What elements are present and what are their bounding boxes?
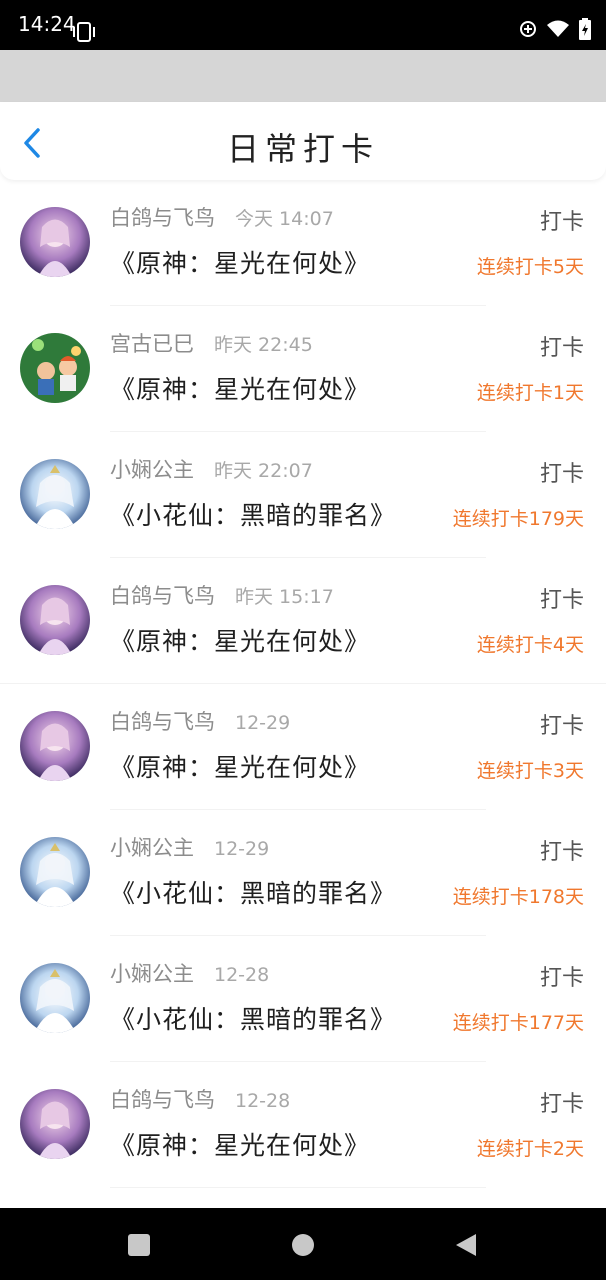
user-name[interactable]: 小娴公主 12-28 xyxy=(110,958,269,988)
status-bar: 14:24 xyxy=(0,0,606,50)
checkin-label: 打卡 xyxy=(539,714,584,739)
list-item[interactable]: 白鸽与飞鸟 昨天 15:17 《原神：星光在何处》 打卡连续打卡4天 xyxy=(0,558,606,684)
avatar[interactable] xyxy=(20,207,90,277)
recents-square-icon[interactable] xyxy=(128,1234,150,1256)
list-item[interactable]: 白鸽与飞鸟 12-28 《原神：星光在何处》 打卡连续打卡2天 xyxy=(0,1062,606,1188)
streak-count: 连续打卡2天 xyxy=(476,1138,584,1160)
battery-icon xyxy=(579,18,591,40)
back-triangle-icon[interactable] xyxy=(454,1232,478,1258)
status-time: 14:24 xyxy=(18,12,76,36)
book-title[interactable]: 《小花仙：黑暗的罪名》 xyxy=(110,874,396,910)
avatar[interactable] xyxy=(20,459,90,529)
book-title[interactable]: 《小花仙：黑暗的罪名》 xyxy=(110,496,396,532)
book-title[interactable]: 《原神：星光在何处》 xyxy=(110,1126,370,1162)
divider xyxy=(110,1187,486,1188)
avatar[interactable] xyxy=(20,837,90,907)
avatar[interactable] xyxy=(20,1089,90,1159)
navigation-bar xyxy=(0,1208,606,1280)
post-time: 12-28 xyxy=(214,964,270,986)
page-title: 日常打卡 xyxy=(226,130,379,168)
checkin-label: 打卡 xyxy=(539,966,584,991)
post-time: 12-29 xyxy=(235,712,291,734)
checkin-label: 打卡 xyxy=(539,1092,584,1117)
book-title[interactable]: 《原神：星光在何处》 xyxy=(110,622,370,658)
list-item[interactable]: 宫古已巳 昨天 22:45 《原神：星光在何处》 打卡连续打卡1天 xyxy=(0,306,606,432)
streak-count: 连续打卡3天 xyxy=(476,760,584,782)
post-time: 12-28 xyxy=(235,1090,291,1112)
book-title[interactable]: 《原神：星光在何处》 xyxy=(110,748,370,784)
checkin-list: 白鸽与飞鸟 今天 14:07 《原神：星光在何处》 打卡 连续打卡5天 宫古已巳 昨天 22… xyxy=(0,180,606,1188)
list-item[interactable]: 小娴公主 12-29 《小花仙：黑暗的罪名》 打卡连续打卡178天 xyxy=(0,810,606,936)
user-name[interactable]: 白鸽与飞鸟 12-29 xyxy=(110,706,290,736)
avatar[interactable] xyxy=(20,585,90,655)
post-time: 昨天 15:17 xyxy=(235,586,334,608)
user-name[interactable]: 小娴公主 12-29 xyxy=(110,832,269,862)
checkin-label: 打卡 xyxy=(539,840,584,865)
streak-count: 连续打卡177天 xyxy=(452,1012,584,1034)
checkin-label: 打卡 xyxy=(539,588,584,613)
checkin-label: 打卡 xyxy=(539,336,584,361)
book-title[interactable]: 《原神：星光在何处》 xyxy=(110,244,370,280)
toolbar-placeholder xyxy=(0,50,606,102)
user-name[interactable]: 白鸽与飞鸟 昨天 15:17 xyxy=(110,580,334,610)
home-circle-icon[interactable] xyxy=(292,1234,314,1256)
checkin-label: 打卡 xyxy=(539,462,584,487)
checkin-label: 打卡 xyxy=(539,210,584,235)
wifi-icon xyxy=(547,20,569,37)
page-header: 日常打卡 xyxy=(0,102,606,180)
avatar[interactable] xyxy=(20,711,90,781)
data-saver-icon xyxy=(520,21,536,37)
list-item[interactable]: 小娴公主 昨天 22:07 《小花仙：黑暗的罪名》 打卡连续打卡179天 xyxy=(0,432,606,558)
book-title[interactable]: 《小花仙：黑暗的罪名》 xyxy=(110,1000,396,1036)
user-name[interactable]: 白鸽与飞鸟 12-28 xyxy=(110,1084,290,1114)
avatar[interactable] xyxy=(20,963,90,1033)
streak-count: 连续打卡179天 xyxy=(452,508,584,530)
post-time: 12-29 xyxy=(214,838,270,860)
post-time: 昨天 22:07 xyxy=(214,460,313,482)
vibrate-icon xyxy=(73,22,95,42)
book-title[interactable]: 《原神：星光在何处》 xyxy=(110,370,370,406)
post-time: 昨天 22:45 xyxy=(214,334,313,356)
streak-count: 连续打卡4天 xyxy=(476,634,584,656)
streak-count: 连续打卡1天 xyxy=(476,382,584,404)
list-item[interactable]: 白鸽与飞鸟 12-29 《原神：星光在何处》 打卡连续打卡3天 xyxy=(0,684,606,810)
streak-count: 连续打卡5天 xyxy=(476,256,584,278)
avatar[interactable] xyxy=(20,333,90,403)
list-item[interactable]: 小娴公主 12-28 《小花仙：黑暗的罪名》 打卡连续打卡177天 xyxy=(0,936,606,1062)
user-name[interactable]: 白鸽与飞鸟 今天 14:07 xyxy=(110,202,334,232)
user-name[interactable]: 宫古已巳 昨天 22:45 xyxy=(110,328,313,358)
user-name[interactable]: 小娴公主 昨天 22:07 xyxy=(110,454,313,484)
post-time: 今天 14:07 xyxy=(235,208,334,230)
list-item[interactable]: 白鸽与飞鸟 今天 14:07 《原神：星光在何处》 打卡连续打卡5天 xyxy=(0,180,606,306)
streak-count: 连续打卡178天 xyxy=(452,886,584,908)
